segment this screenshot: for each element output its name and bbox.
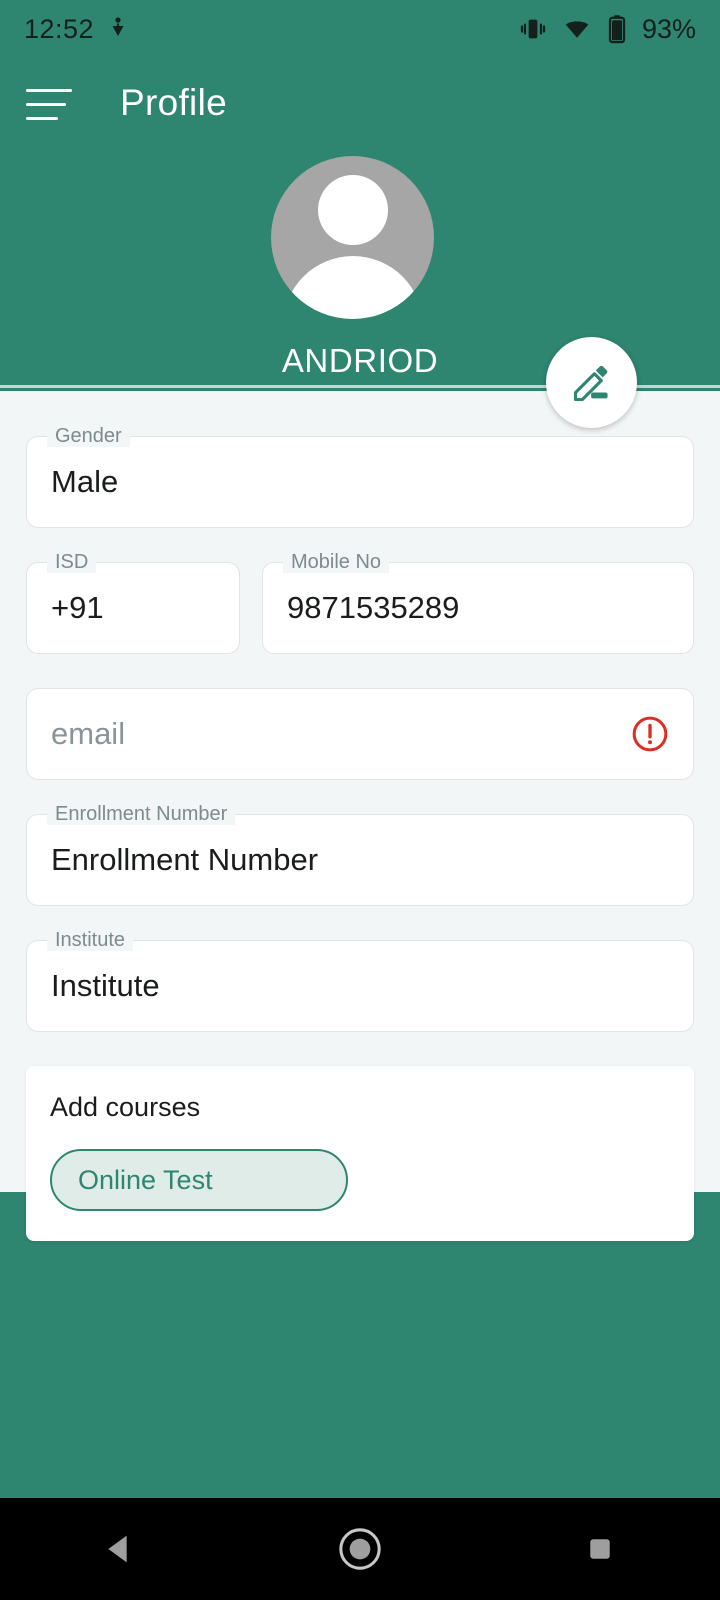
nav-home-button[interactable] (285, 1498, 435, 1600)
home-circle-icon (339, 1528, 381, 1570)
institute-field[interactable]: Institute Institute (26, 929, 694, 1032)
institute-field-value: Institute (51, 968, 160, 1003)
status-bar-clock: 12:52 (24, 13, 95, 44)
nav-recents-button[interactable] (525, 1498, 675, 1600)
enrollment-number-field[interactable]: Enrollment Number Enrollment Number (26, 803, 694, 906)
avatar-head-shape (317, 175, 388, 245)
isd-field[interactable]: ISD +91 (26, 551, 240, 654)
course-chip[interactable]: Online Test (50, 1149, 348, 1211)
hamburger-menu-icon[interactable] (26, 86, 72, 120)
pencil-edit-icon (573, 365, 608, 401)
phone-screen: ANDRIOD 12:52 93% Profile Gender Male IS… (0, 0, 720, 1600)
battery-icon (608, 15, 626, 44)
wifi-icon (565, 21, 589, 38)
avatar[interactable] (271, 156, 434, 319)
enrollment-number-field-value: Enrollment Number (51, 842, 319, 877)
android-nav-bar (0, 1498, 720, 1600)
mobile-field-label: Mobile No (283, 551, 390, 573)
battery-percentage: 93% (641, 13, 696, 44)
avatar-body-shape (282, 256, 423, 319)
mobile-field-value: 9871535289 (287, 590, 460, 625)
institute-field-label: Institute (47, 929, 134, 951)
gender-field-label: Gender (47, 425, 130, 447)
status-bar: 12:52 93% (0, 0, 720, 58)
course-chip-label: Online Test (78, 1164, 213, 1195)
back-triangle-icon (108, 1535, 127, 1563)
isd-field-value: +91 (51, 590, 104, 625)
course-chip-list: Online Test (50, 1149, 670, 1211)
vibrate-icon (520, 19, 546, 39)
error-exclamation-icon[interactable] (631, 715, 669, 753)
edit-profile-button[interactable] (546, 337, 637, 428)
mobile-field[interactable]: Mobile No 9871535289 (262, 551, 694, 654)
add-courses-card: Add courses Online Test (26, 1066, 694, 1241)
nav-back-button[interactable] (45, 1498, 195, 1600)
recents-square-icon (590, 1539, 610, 1559)
enrollment-number-field-label: Enrollment Number (47, 803, 236, 825)
add-courses-title: Add courses (50, 1092, 201, 1122)
email-field[interactable]: email (26, 688, 694, 780)
isd-field-label: ISD (47, 551, 97, 573)
profile-form: Gender Male ISD +91 Mobile No 9871535289… (0, 391, 720, 1241)
email-field-placeholder: email (51, 716, 126, 751)
gender-field-value: Male (51, 464, 119, 499)
download-arrow-icon (112, 17, 124, 36)
page-title: Profile (120, 82, 227, 123)
phone-row: ISD +91 Mobile No 9871535289 (26, 551, 694, 654)
app-bar: Profile (0, 58, 720, 148)
gender-field[interactable]: Gender Male (26, 425, 694, 528)
